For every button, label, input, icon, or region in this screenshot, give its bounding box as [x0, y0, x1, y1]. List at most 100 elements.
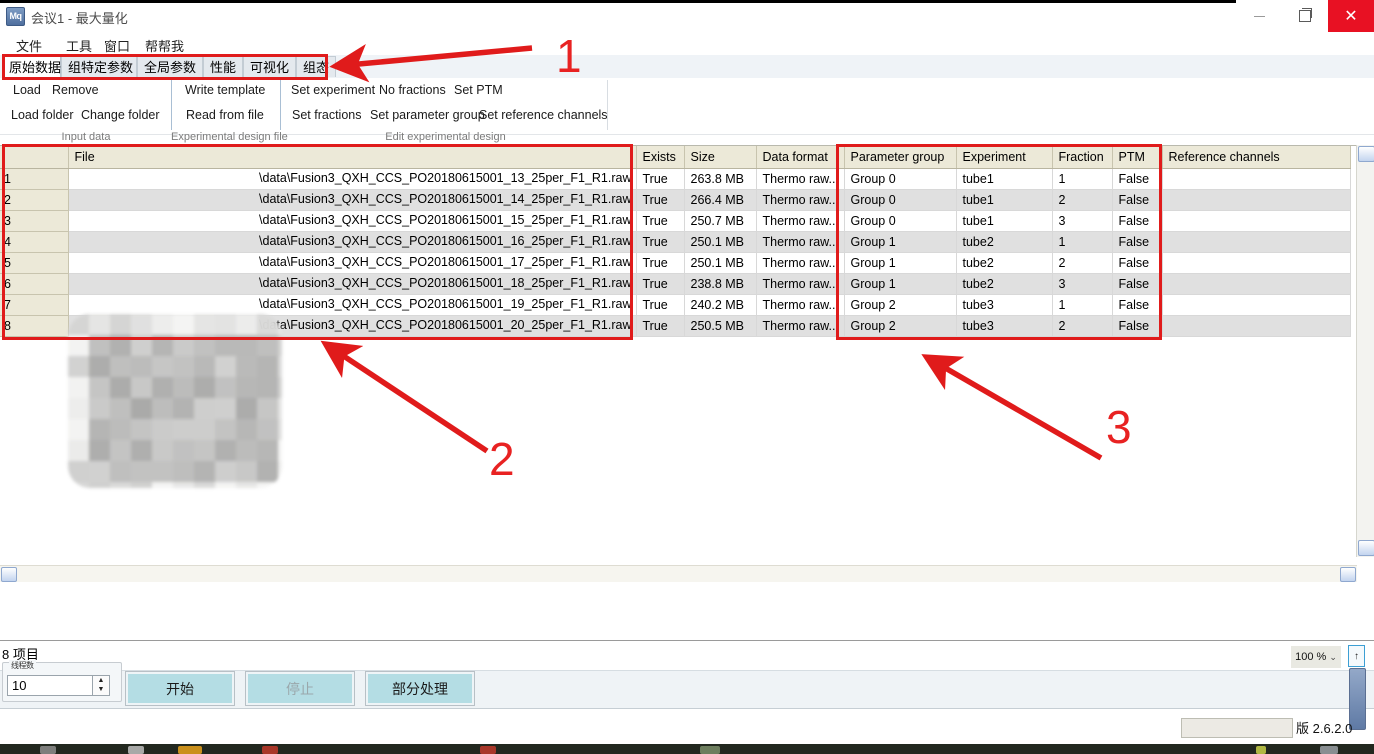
- chevron-down-icon[interactable]: ⌄: [1329, 652, 1337, 663]
- table-row[interactable]: 3 \data\Fusion3_QXH_CCS_PO20180615001_15…: [0, 210, 1351, 232]
- menu-item-help[interactable]: 帮帮我: [141, 35, 188, 56]
- cell-data-format[interactable]: Thermo raw...: [756, 315, 845, 337]
- cell-file[interactable]: \data\Fusion3_QXH_CCS_PO20180615001_18_2…: [68, 273, 637, 295]
- cell-experiment[interactable]: tube3: [956, 294, 1053, 316]
- table-row[interactable]: 5 \data\Fusion3_QXH_CCS_PO20180615001_17…: [0, 252, 1351, 274]
- read-from-file-button[interactable]: Read from file: [183, 107, 267, 123]
- cell-ptm[interactable]: False: [1112, 189, 1163, 211]
- cell-experiment[interactable]: tube3: [956, 315, 1053, 337]
- cell-reference-channels[interactable]: [1162, 210, 1351, 232]
- column-header-reference-channels[interactable]: Reference channels: [1162, 146, 1351, 169]
- thread-count-input[interactable]: [7, 675, 93, 696]
- column-header-rownum[interactable]: [0, 146, 69, 169]
- cell-reference-channels[interactable]: [1162, 189, 1351, 211]
- cell-fraction[interactable]: 2: [1052, 315, 1113, 337]
- table-row[interactable]: 6 \data\Fusion3_QXH_CCS_PO20180615001_18…: [0, 273, 1351, 295]
- cell-experiment[interactable]: tube1: [956, 210, 1053, 232]
- cell-size[interactable]: 240.2 MB: [684, 294, 757, 316]
- cell-data-format[interactable]: Thermo raw...: [756, 294, 845, 316]
- cell-data-format[interactable]: Thermo raw...: [756, 231, 845, 253]
- table-row[interactable]: 2 \data\Fusion3_QXH_CCS_PO20180615001_14…: [0, 189, 1351, 211]
- stepper-down-icon[interactable]: ▼: [93, 685, 109, 694]
- set-fractions-button[interactable]: Set fractions: [289, 107, 364, 123]
- write-template-button[interactable]: Write template: [182, 82, 268, 98]
- cell-exists[interactable]: True: [636, 273, 685, 295]
- tab-global-parameters[interactable]: 全局参数: [137, 56, 203, 77]
- cell-exists[interactable]: True: [636, 210, 685, 232]
- column-header-size[interactable]: Size: [684, 146, 757, 169]
- load-button[interactable]: Load: [10, 82, 44, 98]
- stepper-up-icon[interactable]: ▲: [93, 676, 109, 685]
- close-button[interactable]: ✕: [1328, 0, 1374, 32]
- cell-parameter-group[interactable]: Group 2: [844, 294, 957, 316]
- table-row[interactable]: 4 \data\Fusion3_QXH_CCS_PO20180615001_16…: [0, 231, 1351, 253]
- cell-experiment[interactable]: tube2: [956, 252, 1053, 274]
- cell-parameter-group[interactable]: Group 0: [844, 210, 957, 232]
- cell-ptm[interactable]: False: [1112, 210, 1163, 232]
- cell-parameter-group[interactable]: Group 2: [844, 315, 957, 337]
- cell-fraction[interactable]: 3: [1052, 273, 1113, 295]
- cell-experiment[interactable]: tube1: [956, 168, 1053, 190]
- scroll-up-button[interactable]: ↑: [1348, 645, 1365, 667]
- no-fractions-button[interactable]: No fractions: [376, 82, 449, 98]
- tab-raw-data[interactable]: 原始数据: [2, 55, 61, 78]
- column-header-parameter-group[interactable]: Parameter group: [844, 146, 957, 169]
- cell-reference-channels[interactable]: [1162, 315, 1351, 337]
- table-row[interactable]: 1 \data\Fusion3_QXH_CCS_PO20180615001_13…: [0, 168, 1351, 190]
- cell-size[interactable]: 266.4 MB: [684, 189, 757, 211]
- thread-count-stepper[interactable]: ▲ ▼: [93, 675, 110, 696]
- cell-parameter-group[interactable]: Group 1: [844, 252, 957, 274]
- hscroll-thumb-left[interactable]: [1, 567, 17, 582]
- cell-fraction[interactable]: 1: [1052, 231, 1113, 253]
- cell-reference-channels[interactable]: [1162, 252, 1351, 274]
- cell-parameter-group[interactable]: Group 1: [844, 231, 957, 253]
- cell-ptm[interactable]: False: [1112, 252, 1163, 274]
- hscroll-thumb-right[interactable]: [1340, 567, 1356, 582]
- minimize-button[interactable]: [1236, 0, 1282, 32]
- stop-button[interactable]: 停止: [245, 671, 355, 706]
- partial-processing-button[interactable]: 部分处理: [365, 671, 475, 706]
- load-folder-button[interactable]: Load folder: [8, 107, 77, 123]
- cell-ptm[interactable]: False: [1112, 273, 1163, 295]
- change-folder-button[interactable]: Change folder: [78, 107, 163, 123]
- cell-experiment[interactable]: tube2: [956, 231, 1053, 253]
- cell-file[interactable]: \data\Fusion3_QXH_CCS_PO20180615001_16_2…: [68, 231, 637, 253]
- cell-reference-channels[interactable]: [1162, 273, 1351, 295]
- cell-data-format[interactable]: Thermo raw...: [756, 168, 845, 190]
- cell-exists[interactable]: True: [636, 294, 685, 316]
- tab-group-parameters[interactable]: 组特定参数: [61, 56, 137, 77]
- cell-exists[interactable]: True: [636, 315, 685, 337]
- column-header-ptm[interactable]: PTM: [1112, 146, 1163, 169]
- cell-experiment[interactable]: tube1: [956, 189, 1053, 211]
- cell-size[interactable]: 238.8 MB: [684, 273, 757, 295]
- menu-item-file[interactable]: 文件: [12, 35, 46, 56]
- cell-file[interactable]: \data\Fusion3_QXH_CCS_PO20180615001_14_2…: [68, 189, 637, 211]
- cell-fraction[interactable]: 1: [1052, 294, 1113, 316]
- cell-file[interactable]: \data\Fusion3_QXH_CCS_PO20180615001_15_2…: [68, 210, 637, 232]
- cell-size[interactable]: 250.7 MB: [684, 210, 757, 232]
- cell-exists[interactable]: True: [636, 231, 685, 253]
- scroll-thumb-top[interactable]: [1358, 146, 1374, 162]
- cell-size[interactable]: 250.1 MB: [684, 231, 757, 253]
- cell-fraction[interactable]: 2: [1052, 252, 1113, 274]
- cell-file[interactable]: \data\Fusion3_QXH_CCS_PO20180615001_17_2…: [68, 252, 637, 274]
- cell-data-format[interactable]: Thermo raw...: [756, 210, 845, 232]
- menu-item-tools[interactable]: 工具: [62, 35, 96, 56]
- cell-parameter-group[interactable]: Group 0: [844, 168, 957, 190]
- start-button[interactable]: 开始: [125, 671, 235, 706]
- cell-exists[interactable]: True: [636, 252, 685, 274]
- column-header-data-format[interactable]: Data format: [756, 146, 845, 169]
- cell-size[interactable]: 250.1 MB: [684, 252, 757, 274]
- cell-fraction[interactable]: 3: [1052, 210, 1113, 232]
- cell-size[interactable]: 250.5 MB: [684, 315, 757, 337]
- table-horizontal-scrollbar[interactable]: [0, 565, 1357, 582]
- set-experiment-button[interactable]: Set experiment: [288, 82, 378, 98]
- cell-reference-channels[interactable]: [1162, 168, 1351, 190]
- table-vertical-scrollbar[interactable]: [1356, 145, 1374, 557]
- cell-exists[interactable]: True: [636, 168, 685, 190]
- cell-data-format[interactable]: Thermo raw...: [756, 252, 845, 274]
- maximize-restore-button[interactable]: [1282, 0, 1328, 32]
- cell-experiment[interactable]: tube2: [956, 273, 1053, 295]
- cell-fraction[interactable]: 2: [1052, 189, 1113, 211]
- tab-configuration[interactable]: 组态: [296, 56, 336, 77]
